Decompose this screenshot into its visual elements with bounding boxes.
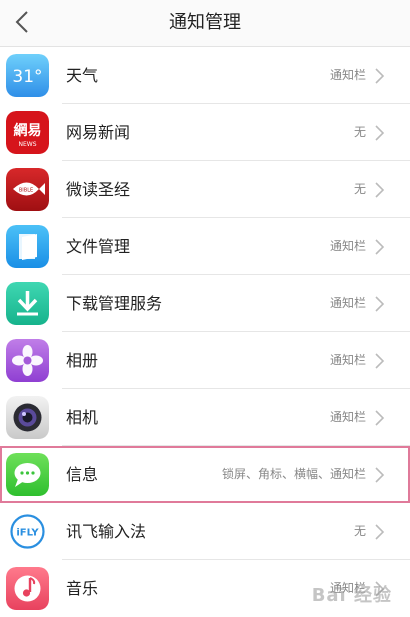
notification-status: 通知栏 <box>329 353 366 367</box>
app-row-iflytek-input[interactable]: iFLY 讯飞输入法 无 <box>0 503 410 560</box>
app-name: 下载管理服务 <box>66 294 163 313</box>
app-name: 讯飞输入法 <box>66 522 147 541</box>
music-icon <box>6 567 49 610</box>
header-bar: 通知管理 <box>0 0 410 47</box>
svg-text:BIBLE: BIBLE <box>19 188 33 194</box>
svg-text:iFLY: iFLY <box>16 528 39 539</box>
app-row-camera[interactable]: 相机 通知栏 <box>0 389 410 446</box>
svg-text:NEWS: NEWS <box>18 141 36 148</box>
app-name: 网易新闻 <box>66 123 131 142</box>
app-row-download-manager[interactable]: 下载管理服务 通知栏 <box>0 275 410 332</box>
notification-status: 通知栏 <box>329 410 366 424</box>
notification-status: 通知栏 <box>329 296 366 310</box>
netease-news-icon: 網易 NEWS <box>6 111 49 154</box>
chevron-right-icon <box>375 467 385 483</box>
notification-status: 通知栏 <box>329 239 366 253</box>
chevron-right-icon <box>375 239 385 255</box>
messages-icon <box>6 453 49 496</box>
app-name: 天气 <box>66 66 99 85</box>
iflytek-input-icon: iFLY <box>6 510 49 553</box>
chevron-right-icon <box>375 182 385 198</box>
app-row-weather[interactable]: 31° 天气 通知栏 <box>0 47 410 104</box>
file-manager-icon <box>6 225 49 268</box>
chevron-right-icon <box>375 524 385 540</box>
app-row-gallery[interactable]: 相册 通知栏 <box>0 332 410 389</box>
chevron-right-icon <box>375 410 385 426</box>
app-row-messages[interactable]: 信息 锁屏、角标、横幅、通知栏 <box>0 446 410 503</box>
gallery-icon <box>6 339 49 382</box>
notification-status: 无 <box>353 125 366 139</box>
chevron-right-icon <box>375 296 385 312</box>
download-icon <box>6 282 49 325</box>
page-title: 通知管理 <box>169 12 241 33</box>
app-row-netease-news[interactable]: 網易 NEWS 网易新闻 无 <box>0 104 410 161</box>
app-name: 相机 <box>66 408 99 427</box>
chevron-right-icon <box>375 68 385 84</box>
bible-icon: BIBLE <box>6 168 49 211</box>
notification-status: 无 <box>353 524 366 538</box>
app-name: 微读圣经 <box>66 180 131 199</box>
app-name: 信息 <box>66 465 99 484</box>
svg-text:31°: 31° <box>12 67 42 87</box>
app-name: 文件管理 <box>66 237 131 256</box>
notification-status: 锁屏、角标、横幅、通知栏 <box>221 467 366 481</box>
chevron-right-icon <box>375 353 385 369</box>
notification-status: 无 <box>353 182 366 196</box>
chevron-right-icon <box>375 125 385 141</box>
weather-icon: 31° <box>6 54 49 97</box>
watermark: Bai 经验 <box>311 585 392 606</box>
svg-text:網易: 網易 <box>14 122 42 139</box>
app-name: 音乐 <box>66 579 99 598</box>
app-row-bible[interactable]: BIBLE 微读圣经 无 <box>0 161 410 218</box>
app-name: 相册 <box>66 351 99 370</box>
app-notification-list: 31° 天气 通知栏 網易 NEWS 网易新闻 无 BIBLE 微读圣经 无 文… <box>0 47 410 617</box>
notification-status: 通知栏 <box>329 68 366 82</box>
app-row-file-manager[interactable]: 文件管理 通知栏 <box>0 218 410 275</box>
camera-icon <box>6 396 49 439</box>
